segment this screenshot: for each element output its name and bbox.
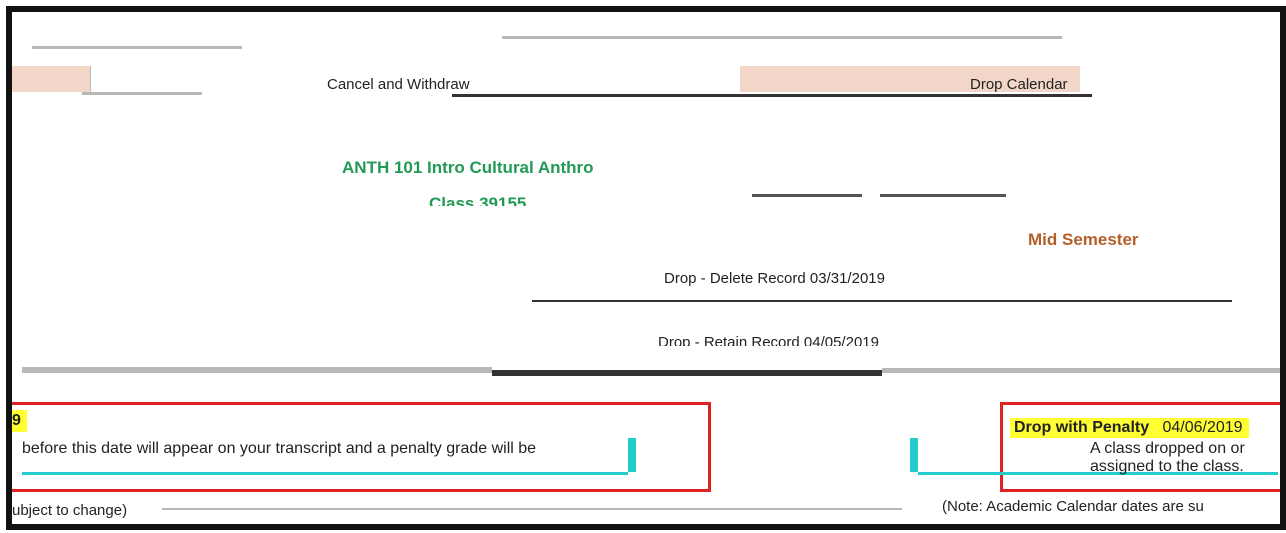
drop-with-penalty-date: 04/06/2019: [1162, 419, 1243, 436]
scan-artifact: [532, 300, 1232, 302]
tab-drop-calendar[interactable]: Drop Calendar: [740, 66, 1080, 93]
scan-artifact: [880, 194, 1006, 197]
document-frame: Cancel and Withdraw Drop Calendar ANTH 1…: [6, 6, 1286, 530]
drop-with-penalty-highlight: Drop with Penalty 04/06/2019: [1010, 418, 1249, 438]
scan-artifact: [882, 368, 1280, 373]
scan-artifact: [452, 94, 1092, 97]
scan-artifact: [32, 46, 242, 49]
tab-bar: Cancel and Withdraw Drop Calendar: [12, 66, 1280, 104]
semester-label: Mid Semester: [1028, 230, 1139, 249]
drop-retain-date: Drop - Retain Record 04/05/2019: [658, 334, 879, 346]
scan-artifact: [492, 370, 882, 376]
scan-artifact: [22, 367, 492, 373]
right-cell-line1: A class dropped on or: [1090, 440, 1245, 457]
tab-blank[interactable]: [12, 66, 90, 92]
scan-artifact: [752, 194, 862, 197]
class-number: Class 39155: [429, 194, 527, 206]
cell-accent: [910, 438, 918, 472]
tab-label: Cancel and Withdraw: [327, 76, 470, 93]
cell-accent: [628, 438, 636, 472]
note-left: ubject to change): [12, 502, 128, 519]
highlight-marker: 9: [12, 410, 27, 432]
drop-with-penalty-label: Drop with Penalty: [1014, 419, 1150, 436]
tab-cancel-and-withdraw[interactable]: Cancel and Withdraw: [90, 66, 742, 93]
course-title: ANTH 101 Intro Cultural Anthro: [342, 158, 594, 177]
cell-accent: [22, 472, 628, 475]
note-right: (Note: Academic Calendar dates are su: [942, 498, 1204, 515]
left-cell-text: before this date will appear on your tra…: [22, 440, 537, 457]
drop-delete-date: Drop - Delete Record 03/31/2019: [664, 270, 885, 287]
scan-artifact: [162, 508, 902, 510]
scan-artifact: [82, 92, 202, 95]
right-cell-line2: assigned to the class.: [1090, 458, 1244, 475]
scan-artifact: [502, 36, 1062, 39]
tab-label: Drop Calendar: [970, 76, 1068, 93]
